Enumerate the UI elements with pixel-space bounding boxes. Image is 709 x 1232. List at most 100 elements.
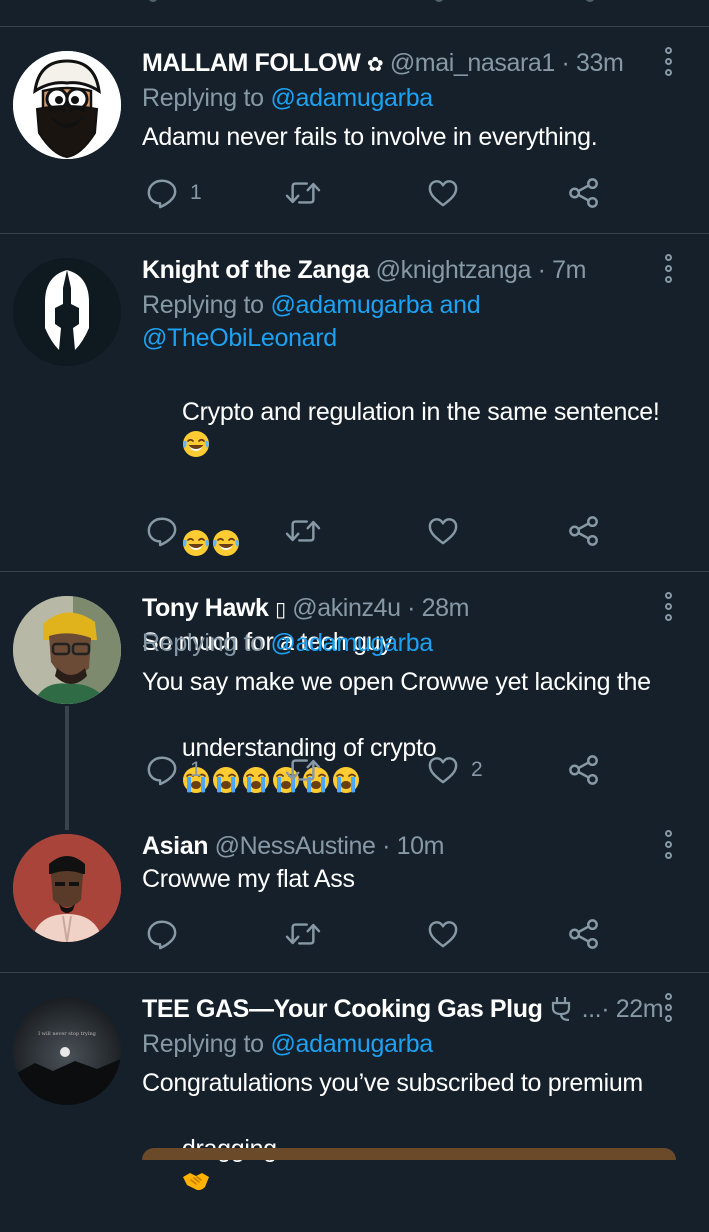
timestamp[interactable]: · 28m (407, 594, 469, 622)
previous-like-icon-fragment (434, 0, 444, 2)
replying-to: Replying to @adamugarba (142, 82, 662, 115)
mention-link[interactable]: @adamugarba (270, 629, 433, 657)
retweet-icon (284, 515, 322, 547)
timestamp[interactable]: · 10m (382, 832, 444, 860)
avatar[interactable] (13, 51, 121, 159)
tweet-header: Tony Hawk ▯ @akinz4u · 28m (142, 591, 662, 625)
like-button[interactable] (427, 173, 459, 213)
reply-button[interactable]: 1 (146, 173, 202, 213)
tweet-text: Adamu never fails to involve in everythi… (142, 123, 598, 151)
share-button[interactable] (568, 173, 600, 213)
user-handle[interactable]: @mai_nasara1 (390, 49, 556, 77)
share-icon (568, 177, 600, 209)
replying-to-label: Replying to (142, 629, 264, 657)
like-icon (427, 178, 459, 208)
replying-to-line-2: @TheObiLeonard (142, 322, 662, 355)
tweet-content: TEE GAS—Your Cooking Gas Plug ...· 22m R… (142, 992, 662, 1232)
handshake-icon (182, 1167, 210, 1195)
tweet-text: Crowwe my flat Ass (142, 865, 355, 893)
mention-link[interactable]: @adamugarba (270, 84, 433, 112)
avatar[interactable] (13, 258, 121, 366)
retweet-icon (284, 918, 322, 950)
timestamp[interactable]: · 33m (561, 49, 623, 77)
reply-button[interactable] (146, 914, 178, 954)
user-handle[interactable]: @knightzanga (376, 256, 532, 284)
tweet-header: Asian @NessAustine · 10m (142, 829, 662, 863)
replying-to: Replying to @adamugarba (142, 1028, 662, 1061)
avatar[interactable]: I will never stop trying (13, 997, 121, 1105)
replying-to-label: Replying to (142, 1030, 264, 1058)
like-button[interactable] (427, 511, 459, 551)
share-button[interactable] (568, 750, 600, 790)
mention-link[interactable]: @TheObiLeonard (142, 324, 337, 352)
previous-share-icon-fragment (585, 0, 595, 2)
reply-count: 1 (190, 758, 202, 781)
reply-count: 1 (190, 181, 202, 204)
retweet-button[interactable] (284, 511, 322, 551)
retweet-button[interactable] (284, 173, 322, 213)
tweet-text-line: Crypto and regulation in the same senten… (181, 398, 660, 426)
previous-tweet-fragment (0, 0, 709, 26)
tweet-text: dragging (142, 1100, 662, 1232)
tweet-header: Knight of the Zanga @knightzanga · 7m (142, 253, 662, 287)
name-symbol-icon: ▯ (275, 599, 286, 621)
tweet-tony-hawk[interactable]: Tony Hawk ▯ @akinz4u · 28m Replying to @… (0, 572, 709, 804)
display-name[interactable]: MALLAM FOLLOW (142, 49, 361, 77)
more-options-icon[interactable] (662, 254, 676, 286)
timestamp[interactable]: · 22m (601, 995, 662, 1023)
tweet-mallam-follow[interactable]: MALLAM FOLLOW ✿ @mai_nasara1 · 33m Reply… (0, 27, 709, 233)
mention-link[interactable]: @adamugarba and (270, 291, 480, 319)
more-options-icon[interactable] (662, 993, 676, 1025)
tweet-text: Crypto and regulation in the same senten… (142, 363, 662, 495)
avatar-caption: I will never stop trying (38, 1031, 97, 1037)
retweet-icon (284, 177, 322, 209)
display-name[interactable]: Tony Hawk (142, 594, 269, 622)
like-icon (427, 516, 459, 546)
like-button[interactable] (427, 914, 459, 954)
tweet-header: TEE GAS—Your Cooking Gas Plug ...· 22m (142, 992, 662, 1026)
tweet-actions (142, 511, 612, 551)
user-handle[interactable]: @akinz4u (292, 594, 401, 622)
mention-link[interactable]: @adamugarba (270, 1030, 433, 1058)
previous-reply-icon-fragment (148, 0, 158, 2)
replying-to-label: Replying to (142, 84, 264, 112)
replying-to: Replying to @adamugarba and (142, 289, 662, 322)
like-count: 2 (471, 758, 483, 781)
tweet-asian[interactable]: Asian @NessAustine · 10m Crowwe my flat … (0, 810, 709, 972)
plug-icon (551, 997, 571, 1022)
share-icon (568, 515, 600, 547)
tweet-text-line: Congratulations you’ve subscribed to pre… (142, 1069, 643, 1097)
timestamp[interactable]: · 7m (538, 256, 587, 284)
replying-to: Replying to @adamugarba (142, 627, 662, 660)
like-icon (427, 919, 459, 949)
retweet-button[interactable] (284, 914, 322, 954)
reply-icon (146, 754, 178, 786)
user-handle[interactable]: @NessAustine (215, 832, 376, 860)
reply-icon (146, 515, 178, 547)
face-with-tears-of-joy-icon (182, 430, 210, 458)
avatar[interactable] (13, 834, 121, 942)
more-options-icon[interactable] (662, 47, 676, 79)
tweet-tee-gas[interactable]: I will never stop trying TEE GAS—Your Co… (0, 973, 709, 1154)
display-name[interactable]: TEE GAS—Your Cooking Gas Plug (142, 995, 543, 1023)
user-handle[interactable]: ... (582, 995, 602, 1023)
share-button[interactable] (568, 511, 600, 551)
more-options-icon[interactable] (662, 592, 676, 624)
display-name[interactable]: Asian (142, 832, 208, 860)
display-name[interactable]: Knight of the Zanga (142, 256, 369, 284)
tweet-content: Tony Hawk ▯ @akinz4u · 28m Replying to @… (142, 591, 662, 831)
share-icon (568, 918, 600, 950)
retweet-button[interactable] (284, 750, 322, 790)
tweet-actions (142, 914, 612, 954)
share-button[interactable] (568, 914, 600, 954)
reply-icon (146, 918, 178, 950)
like-button[interactable]: 2 (427, 750, 483, 790)
more-options-icon[interactable] (662, 830, 676, 862)
replying-to-label: Replying to (142, 291, 264, 319)
reply-button[interactable] (146, 511, 178, 551)
avatar[interactable] (13, 596, 121, 704)
tweet-media-image[interactable] (142, 1148, 676, 1160)
reply-button[interactable]: 1 (146, 750, 202, 790)
tweet-knight-of-the-zanga[interactable]: Knight of the Zanga @knightzanga · 7m Re… (0, 234, 709, 656)
share-icon (568, 754, 600, 786)
